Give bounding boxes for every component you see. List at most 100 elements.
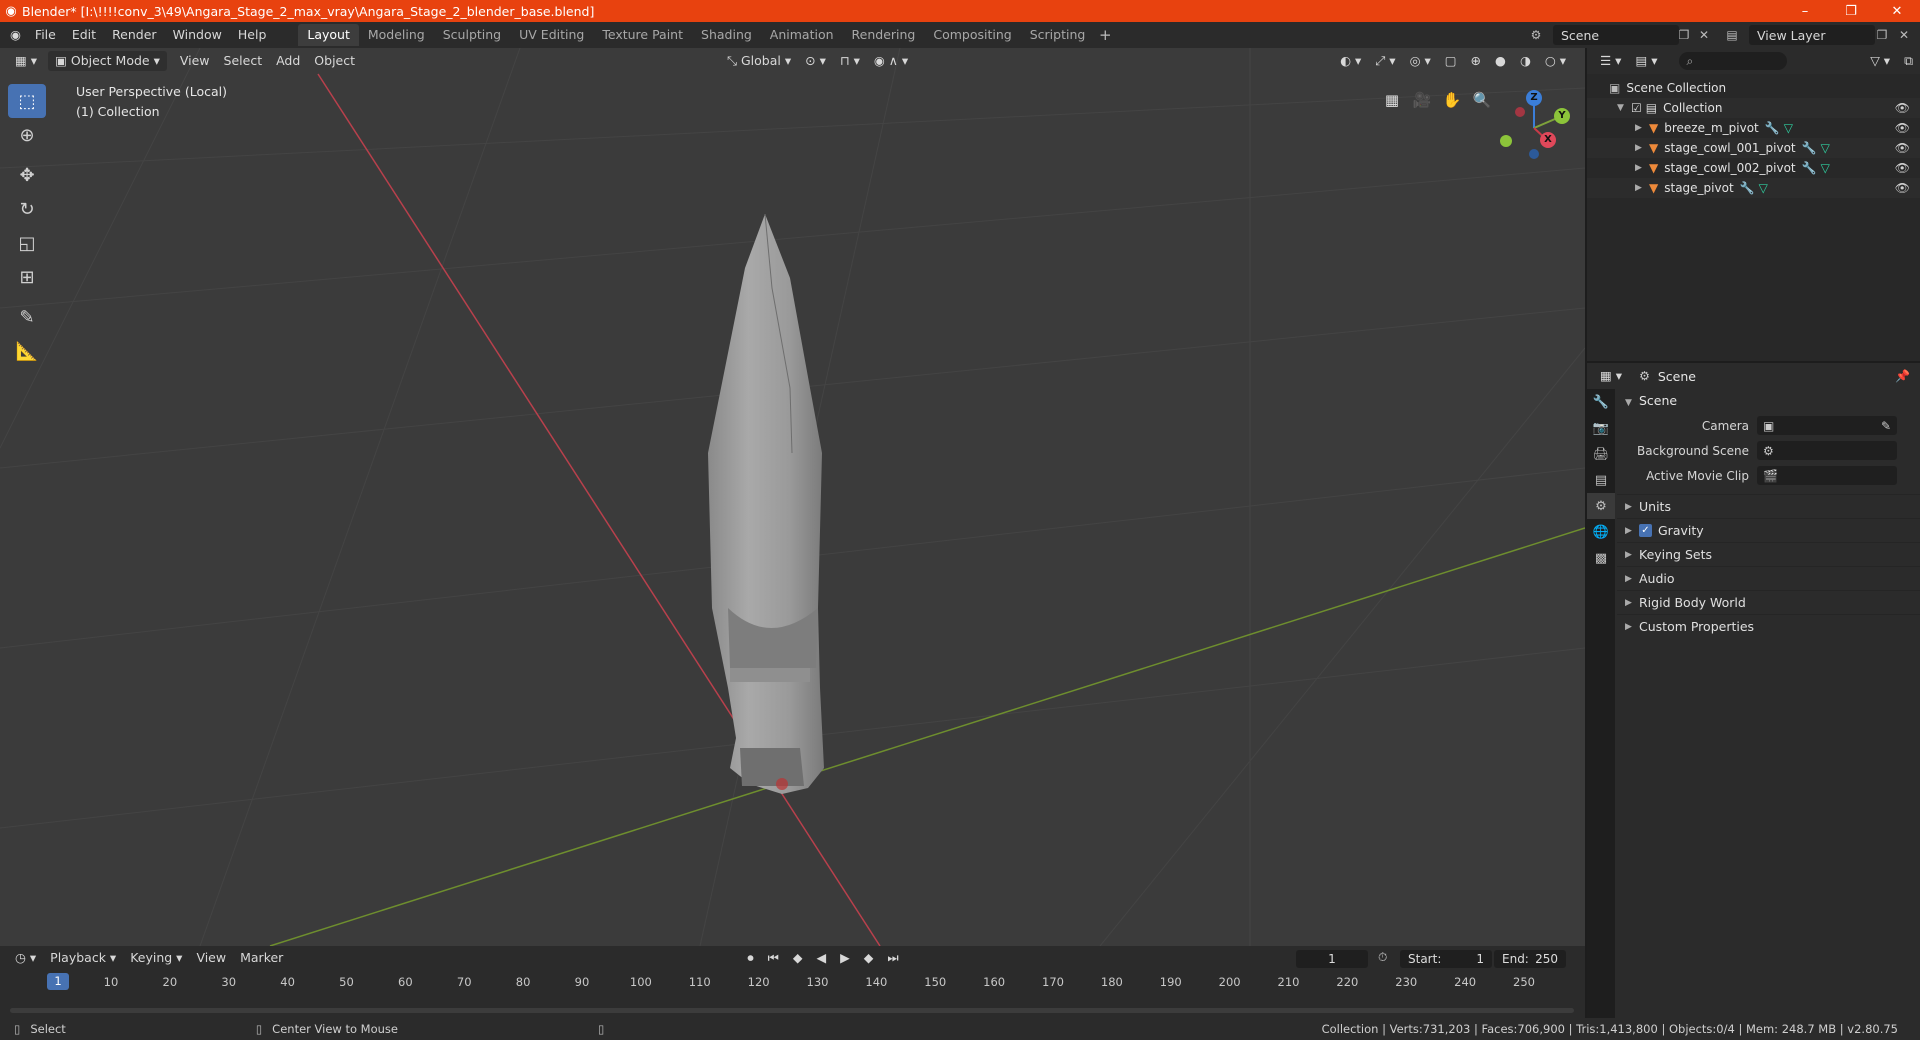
scene-selector[interactable]: Scene — [1553, 25, 1679, 45]
stopwatch-icon[interactable]: ⏱ — [1378, 950, 1387, 965]
mesh-data-icon[interactable]: ▽ — [1784, 121, 1793, 135]
close-button[interactable]: ✕ — [1874, 4, 1920, 19]
menu-view[interactable]: View — [173, 51, 217, 71]
play-icon[interactable]: ▶ — [833, 948, 857, 968]
gizmo-z-label[interactable]: Z — [1526, 90, 1542, 106]
new-scene-icon[interactable]: ❐ — [1674, 25, 1694, 45]
menu-select[interactable]: Select — [217, 51, 270, 71]
next-keyframe-icon[interactable]: ◆ — [857, 948, 881, 968]
eye-icon[interactable]: 👁 — [1895, 121, 1910, 135]
custom-properties-panel[interactable]: ▶ Custom Properties — [1617, 614, 1920, 638]
active-movie-clip-field[interactable]: 🎬 — [1757, 466, 1897, 485]
prev-keyframe-icon[interactable]: ◆ — [786, 948, 810, 968]
modifier-wrench-icon[interactable]: 🔧 — [1740, 181, 1755, 195]
gravity-panel[interactable]: ▶ ✓ Gravity — [1617, 518, 1920, 542]
solid-shading-icon[interactable]: ● — [1488, 51, 1513, 71]
scale-tool-icon[interactable]: ◱ — [8, 226, 46, 260]
outliner-object[interactable]: ▶ ▼ stage_pivot 🔧 ▽ 👁 — [1587, 178, 1920, 198]
expand-arrow-icon[interactable]: ▶ — [1635, 183, 1649, 193]
xray-icon[interactable]: ▢ — [1438, 51, 1464, 71]
scene-panel-header[interactable]: ▼ Scene — [1617, 389, 1920, 413]
mesh-data-icon[interactable]: ▽ — [1821, 161, 1830, 175]
pan-view-icon[interactable]: ✋ — [1438, 86, 1466, 114]
3d-viewport[interactable]: ▦ ▾ ▣ Object Mode ▾ View Select Add Obje… — [0, 48, 1585, 946]
tab-sculpting[interactable]: Sculpting — [434, 24, 510, 46]
gizmo-x-label[interactable]: X — [1540, 132, 1556, 148]
select-box-tool-icon[interactable]: ⬚ — [8, 84, 46, 118]
collection-checkbox-icon[interactable]: ☑ — [1631, 101, 1642, 115]
expand-arrow-icon[interactable]: ▼ — [1617, 103, 1631, 113]
outliner-object[interactable]: ▶ ▼ stage_cowl_001_pivot 🔧 ▽ 👁 — [1587, 138, 1920, 158]
menu-keying[interactable]: Keying ▾ — [123, 948, 189, 968]
filter-icon[interactable]: ▽ ▾ — [1863, 51, 1897, 71]
frame-ruler[interactable]: 1 10 20 30 40 50 60 70 80 90 100 110 120 130 140 150 160… — [0, 973, 1585, 991]
snap-icon[interactable]: ⊓ ▾ — [833, 51, 867, 71]
rendered-shading-icon[interactable]: ○ ▾ — [1538, 51, 1573, 71]
gizmo-y-label[interactable]: Y — [1554, 108, 1570, 124]
outliner-search-input[interactable]: ⌕ — [1678, 52, 1787, 70]
outliner-scene-collection[interactable]: ▣ Scene Collection — [1587, 78, 1920, 98]
editor-type-icon[interactable]: ▦ ▾ — [8, 51, 44, 71]
menu-add[interactable]: Add — [269, 51, 307, 71]
menu-marker[interactable]: Marker — [233, 948, 290, 968]
annotate-tool-icon[interactable]: ✎ — [8, 300, 46, 334]
eye-icon[interactable]: 👁 — [1895, 141, 1910, 155]
expand-arrow-icon[interactable]: ▶ — [1635, 163, 1649, 173]
view-layer-icon[interactable]: ▤ — [1722, 25, 1742, 45]
menu-help[interactable]: Help — [230, 24, 275, 46]
tab-rendering[interactable]: Rendering — [843, 24, 925, 46]
menu-playback[interactable]: Playback ▾ — [43, 948, 123, 968]
gizmo-toggle-icon[interactable]: ⤢ ▾ — [1368, 51, 1402, 71]
visibility-icon[interactable]: ◐ ▾ — [1333, 51, 1368, 71]
mesh-data-icon[interactable]: ▽ — [1759, 181, 1768, 195]
tab-modeling[interactable]: Modeling — [359, 24, 434, 46]
menu-timeline-view[interactable]: View — [189, 948, 233, 968]
cursor-tool-icon[interactable]: ⊕ — [8, 118, 46, 152]
eye-icon[interactable]: 👁 — [1895, 161, 1910, 175]
mode-dropdown[interactable]: ▣ Object Mode ▾ — [48, 51, 167, 71]
eye-icon[interactable]: 👁 — [1895, 181, 1910, 195]
rotate-tool-icon[interactable]: ↻ — [8, 192, 46, 226]
timeline-scrollbar[interactable] — [10, 1008, 1574, 1013]
render-tab-icon[interactable]: 📷 — [1587, 415, 1615, 441]
pin-icon[interactable]: 📌 — [1895, 369, 1910, 383]
outliner-collection[interactable]: ▼ ☑ ▤ Collection 👁 — [1587, 98, 1920, 118]
end-frame-field[interactable]: End: 250 — [1494, 950, 1566, 968]
tab-layout[interactable]: Layout — [298, 24, 359, 46]
menu-file[interactable]: File — [27, 24, 64, 46]
modifier-wrench-icon[interactable]: 🔧 — [1802, 161, 1817, 175]
output-tab-icon[interactable]: 🖨 — [1587, 441, 1615, 467]
remove-scene-icon[interactable]: ✕ — [1694, 25, 1714, 45]
add-workspace-button[interactable]: + — [1094, 26, 1116, 44]
start-frame-field[interactable]: Start: 1 — [1400, 950, 1492, 968]
move-tool-icon[interactable]: ✥ — [8, 158, 46, 192]
tab-uv-editing[interactable]: UV Editing — [510, 24, 593, 46]
measure-tool-icon[interactable]: 📐 — [8, 334, 46, 368]
current-frame-marker[interactable]: 1 — [47, 973, 69, 990]
camera-field[interactable]: ▣ ✎ — [1757, 416, 1897, 435]
current-frame-field[interactable]: 1 — [1296, 950, 1368, 968]
menu-edit[interactable]: Edit — [64, 24, 104, 46]
units-panel[interactable]: ▶ Units — [1617, 494, 1920, 518]
toggle-camera-grid-icon[interactable]: ▦ — [1378, 86, 1406, 114]
mesh-data-icon[interactable]: ▽ — [1821, 141, 1830, 155]
maximize-button[interactable]: ❐ — [1828, 4, 1874, 19]
tab-compositing[interactable]: Compositing — [924, 24, 1020, 46]
proportional-edit-icon[interactable]: ◉ ∧ ▾ — [867, 51, 915, 71]
tab-shading[interactable]: Shading — [692, 24, 761, 46]
menu-object[interactable]: Object — [307, 51, 362, 71]
properties-editor-icon[interactable]: ▦ ▾ — [1593, 366, 1629, 386]
play-reverse-icon[interactable]: ◀ — [809, 948, 833, 968]
modifier-wrench-icon[interactable]: 🔧 — [1765, 121, 1780, 135]
scene-tab-icon[interactable]: ⚙ — [1587, 493, 1615, 519]
record-icon[interactable]: ⏺ — [740, 948, 760, 968]
jump-start-icon[interactable]: ⏮ — [761, 948, 786, 968]
outliner-object[interactable]: ▶ ▼ breeze_m_pivot 🔧 ▽ 👁 — [1587, 118, 1920, 138]
jump-end-icon[interactable]: ⏭ — [880, 948, 905, 968]
outliner-editor-icon[interactable]: ☰ ▾ — [1593, 51, 1628, 71]
world-tab-icon[interactable]: 🌐 — [1587, 519, 1615, 545]
modifier-wrench-icon[interactable]: 🔧 — [1802, 141, 1817, 155]
audio-panel[interactable]: ▶ Audio — [1617, 566, 1920, 590]
tab-scripting[interactable]: Scripting — [1021, 24, 1095, 46]
blender-menu-icon[interactable]: ◉ — [0, 24, 27, 46]
